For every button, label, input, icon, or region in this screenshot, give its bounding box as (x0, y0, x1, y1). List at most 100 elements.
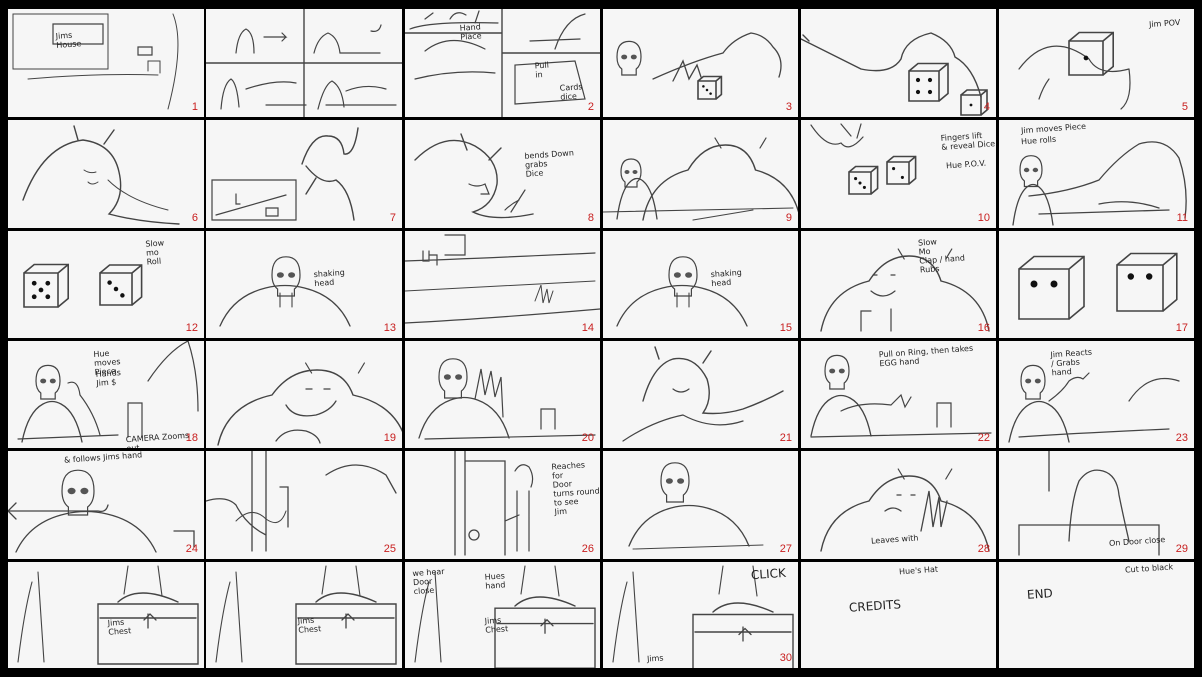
storyboard-panel: 3 (603, 9, 798, 117)
storyboard-panel: Slow mo Roll 12 (8, 231, 204, 338)
storyboard-panel: Hand Place Pull in Cards dice 2 (405, 9, 600, 117)
storyboard-panel: 7 (206, 120, 402, 228)
storyboard-panel: Jim POV 5 (999, 9, 1194, 117)
storyboard-panel: 17 (999, 231, 1194, 338)
panel-sketch (215, 565, 397, 665)
panel-number: 24 (185, 543, 198, 555)
panel-note: we hear Door close (412, 566, 445, 597)
storyboard-panel: Hue's Hat CREDITS (801, 562, 996, 668)
storyboard-panel: 19 (206, 341, 402, 448)
panel-sketch (12, 13, 179, 110)
panel-number: 4 (983, 101, 990, 113)
panel-sketch (801, 32, 988, 116)
panel-note: CLICK (750, 565, 787, 583)
panel-number: 21 (779, 432, 792, 444)
panel-sketch (22, 125, 180, 225)
panel-note: Jims (646, 653, 664, 664)
panel-sketch (206, 451, 397, 552)
panel-sketch (418, 358, 596, 440)
panel-number: 15 (779, 322, 792, 334)
panel-note: Jim Reacts / Grabs hand (1050, 347, 1093, 378)
panel-sketch (217, 362, 402, 446)
panel-number: 10 (977, 212, 990, 224)
panel-sketch (820, 248, 990, 332)
storyboard-panel: Jims Chest (206, 562, 402, 668)
panel-number: 3 (785, 101, 792, 113)
storyboard-panel: On Door close 29 (999, 451, 1194, 559)
panel-number: 29 (1175, 543, 1188, 555)
panel-number: 14 (581, 322, 594, 334)
storyboard-panel: 25 (206, 451, 402, 559)
panel-number: 27 (779, 543, 792, 555)
panel-sketch (17, 565, 199, 665)
panel-sketch (616, 256, 748, 327)
panel-note: Jims House (55, 30, 82, 50)
panel-sketch (801, 562, 996, 668)
panel-number: 19 (383, 432, 396, 444)
panel-note: Hands Jim $ (95, 368, 122, 388)
storyboard-panel: Pull on Ring, then takes EGG hand 22 (801, 341, 996, 448)
panel-note: Jims Chest (297, 615, 322, 635)
panel-number: 5 (1181, 101, 1188, 113)
storyboard-panel: & follows Jims hand 24 (8, 451, 204, 559)
panel-number: 9 (785, 212, 792, 224)
panel-number: 17 (1175, 322, 1188, 334)
storyboard-panel: Jims House 1 (8, 9, 204, 117)
panel-number: 12 (185, 322, 198, 334)
panel-note: Cards dice (559, 82, 583, 102)
storyboard-panel: 9 (603, 120, 798, 228)
panel-note: Slow mo Roll (145, 238, 165, 267)
storyboard-panel: Slow Mo Clap / hand Rubs 16 (801, 231, 996, 338)
panel-note: Jims Chest (484, 615, 509, 635)
panel-sketch (8, 469, 195, 553)
panel-note: shaking head (313, 267, 346, 289)
panel-sketch (23, 263, 143, 308)
panel-note: Hues hand (484, 571, 506, 591)
panel-number: 23 (1175, 432, 1188, 444)
storyboard-panel: shaking head 15 (603, 231, 798, 338)
panel-number: 16 (977, 322, 990, 334)
storyboard-panel: Reaches for Door turns round to see Jim 2… (405, 451, 600, 559)
panel-number: 18 (185, 432, 198, 444)
panel-number: 6 (191, 212, 198, 224)
panel-sketch (211, 127, 359, 221)
panel-number: 25 (383, 543, 396, 555)
storyboard-panel: Leaves with 28 (801, 451, 996, 559)
panel-sketch (999, 562, 1194, 668)
storyboard-panel: Hue moves PieceHands Jim $CAMERA Zooms o… (8, 341, 204, 448)
panel-note: Reaches for Door turns round to see Jim (551, 460, 600, 517)
storyboard-panel: 6 (8, 120, 204, 228)
panel-number: 2 (587, 101, 594, 113)
storyboard-panel: Fingers lift & reveal Dice Hue P.O.V. 10 (801, 120, 996, 228)
storyboard-panel: 4 (801, 9, 996, 117)
storyboard-panel: Jim moves Piece Hue rolls 11 (999, 120, 1194, 228)
storyboard-panel: 20 (405, 341, 600, 448)
panel-number: 8 (587, 212, 594, 224)
panel-number: 1 (191, 101, 198, 113)
panel-number: 11 (1176, 212, 1188, 224)
panel-note: Jims Chest (107, 617, 132, 637)
storyboard-panel: 27 (603, 451, 798, 559)
panel-sketch (1008, 364, 1180, 443)
storyboard-panel: Jims Chest (8, 562, 204, 668)
panel-number: 7 (389, 212, 396, 224)
panel-sketch (628, 462, 764, 550)
storyboard-panel: 14 (405, 231, 600, 338)
storyboard-panel: bends Down grabs Dice 8 (405, 120, 600, 228)
panel-note: Slow Mo Clap / hand Rubs (917, 237, 966, 275)
panel-number: 30 (779, 652, 792, 664)
storyboard-panel: Jim Reacts / Grabs hand 23 (999, 341, 1194, 448)
storyboard-panel: Cut to black END (999, 562, 1194, 668)
storyboard-panel: we hear Door close Hues hand Jims Chest (405, 562, 600, 668)
panel-number: 22 (977, 432, 990, 444)
panel-number: 28 (977, 543, 990, 555)
panel-note: Pull in (534, 60, 550, 80)
storyboard-panel: 21 (603, 341, 798, 448)
storyboard-panel: shaking head 13 (206, 231, 402, 338)
panel-sketch (622, 346, 784, 442)
panel-note: Fingers lift & reveal Dice (940, 130, 996, 152)
storyboard-panel: CLICK Jims 30 (603, 562, 798, 668)
panel-sketch (603, 137, 798, 221)
panel-sketch (1018, 252, 1178, 320)
panel-number: 20 (581, 432, 594, 444)
